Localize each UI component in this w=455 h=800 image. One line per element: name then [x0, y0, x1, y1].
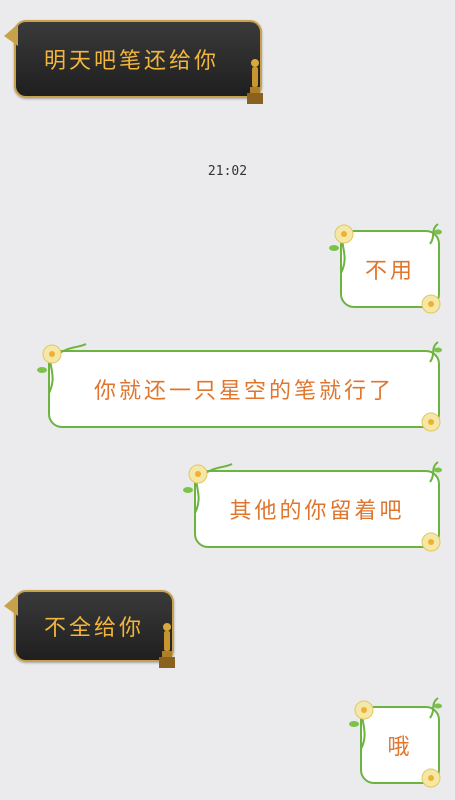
flower-vine-icon — [429, 461, 442, 483]
message-bubble-right[interactable]: 你就还一只星空的笔就行了 — [48, 350, 440, 428]
timestamp: 21:02 — [207, 164, 248, 179]
message-text: 你就还一只星空的笔就行了 — [93, 379, 394, 404]
trophy-icon — [247, 59, 263, 104]
message-text: 不全给你 — [44, 616, 145, 641]
message-bubble-left[interactable]: 明天吧笔还给你 — [4, 20, 263, 104]
flower-vine-icon — [429, 223, 442, 245]
message-bubble-left[interactable]: 不全给你 — [4, 590, 175, 668]
message-text: 不用 — [364, 259, 415, 284]
flower-vine-icon — [349, 700, 374, 750]
flower-vine-icon — [183, 463, 233, 514]
flower-vine-icon — [429, 697, 442, 719]
flower-vine-icon — [37, 343, 87, 394]
flower-vine-icon — [421, 768, 441, 788]
flower-vine-icon — [421, 412, 441, 432]
flower-vine-icon — [429, 341, 442, 363]
message-text: 明天吧笔还给你 — [44, 49, 220, 74]
bubble-tail — [4, 594, 18, 616]
trophy-icon — [159, 623, 175, 668]
bubble-tail — [4, 24, 18, 46]
flower-vine-icon — [329, 224, 354, 274]
flower-vine-icon — [421, 294, 441, 314]
message-text: 哦 — [387, 735, 413, 760]
message-text: 其他的你留着吧 — [229, 499, 405, 524]
flower-vine-icon — [421, 532, 441, 552]
